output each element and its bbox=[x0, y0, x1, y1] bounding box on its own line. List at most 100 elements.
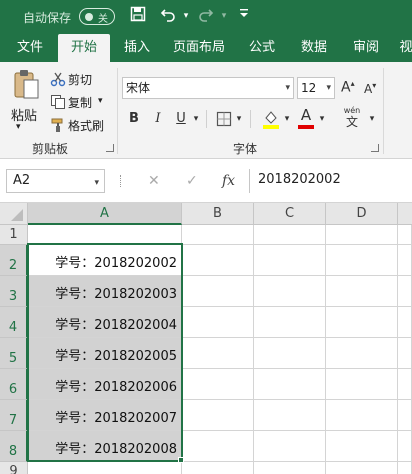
cell-c7[interactable] bbox=[254, 400, 326, 431]
cell-c1[interactable] bbox=[254, 225, 326, 245]
cell-a4[interactable]: 学号：2018202004 bbox=[28, 307, 182, 338]
fill-color-icon[interactable] bbox=[262, 109, 280, 129]
cell-b9[interactable] bbox=[182, 462, 254, 474]
cell-d8[interactable] bbox=[326, 431, 398, 462]
cell-d6[interactable] bbox=[326, 369, 398, 400]
cell-e1[interactable] bbox=[398, 225, 412, 245]
font-launcher-icon[interactable] bbox=[371, 144, 379, 152]
formula-splitter[interactable] bbox=[120, 175, 122, 187]
row-header-8[interactable]: 8 bbox=[0, 431, 28, 462]
cell-c8[interactable] bbox=[254, 431, 326, 462]
column-header-b[interactable]: B bbox=[182, 203, 254, 225]
tab-insert[interactable]: 插入 bbox=[115, 34, 159, 62]
undo-dropdown-icon[interactable]: ▾ bbox=[176, 6, 196, 26]
row-header-3[interactable]: 3 bbox=[0, 276, 28, 307]
cell-e8[interactable] bbox=[398, 431, 412, 462]
underline-dropdown-icon[interactable]: ▾ bbox=[191, 109, 201, 129]
cell-d9[interactable] bbox=[326, 462, 398, 474]
cell-b2[interactable] bbox=[182, 245, 254, 276]
name-box[interactable]: A2 ▾ bbox=[6, 169, 105, 193]
tab-data[interactable]: 数据 bbox=[292, 34, 336, 62]
cell-c2[interactable] bbox=[254, 245, 326, 276]
cell-a8[interactable]: 学号：2018202008 bbox=[28, 431, 182, 462]
cell-e9[interactable] bbox=[398, 462, 412, 474]
insert-function-icon[interactable]: fx bbox=[222, 173, 235, 189]
copy-dropdown-icon[interactable]: ▾ bbox=[98, 96, 103, 106]
tab-file[interactable]: 文件 bbox=[8, 34, 52, 62]
autosave-toggle[interactable]: 关 bbox=[79, 8, 115, 25]
cell-a7[interactable]: 学号：2018202007 bbox=[28, 400, 182, 431]
format-painter-button[interactable]: 格式刷 bbox=[68, 117, 104, 134]
column-header-a[interactable]: A bbox=[28, 203, 182, 225]
formula-input[interactable]: 2018202002 bbox=[249, 169, 412, 193]
cell-e5[interactable] bbox=[398, 338, 412, 369]
format-painter-icon[interactable] bbox=[50, 117, 66, 133]
column-header-d[interactable]: D bbox=[326, 203, 398, 225]
cell-b1[interactable] bbox=[182, 225, 254, 245]
row-header-9[interactable]: 9 bbox=[0, 462, 28, 474]
paste-dropdown-icon[interactable]: ▾ bbox=[16, 122, 21, 132]
bold-button[interactable]: B bbox=[126, 109, 142, 129]
cell-b5[interactable] bbox=[182, 338, 254, 369]
cut-button[interactable]: 剪切 bbox=[68, 71, 92, 88]
cell-e4[interactable] bbox=[398, 307, 412, 338]
borders-icon[interactable] bbox=[216, 111, 232, 127]
row-header-2[interactable]: 2 bbox=[0, 245, 28, 276]
cell-b7[interactable] bbox=[182, 400, 254, 431]
cell-c5[interactable] bbox=[254, 338, 326, 369]
cell-a5[interactable]: 学号：2018202005 bbox=[28, 338, 182, 369]
cell-d2[interactable] bbox=[326, 245, 398, 276]
cell-e6[interactable] bbox=[398, 369, 412, 400]
column-header-c[interactable]: C bbox=[254, 203, 326, 225]
cell-a9[interactable] bbox=[28, 462, 182, 474]
phonetic-dropdown-icon[interactable]: ▾ bbox=[367, 109, 377, 129]
row-header-6[interactable]: 6 bbox=[0, 369, 28, 400]
cell-a2[interactable]: 学号：2018202002 bbox=[28, 245, 182, 276]
cell-a1[interactable] bbox=[28, 225, 182, 245]
tab-view[interactable]: 视 bbox=[396, 34, 412, 62]
underline-button[interactable]: U bbox=[173, 109, 189, 129]
row-header-7[interactable]: 7 bbox=[0, 400, 28, 431]
fill-color-dropdown-icon[interactable]: ▾ bbox=[282, 109, 292, 129]
clipboard-launcher-icon[interactable] bbox=[106, 144, 114, 152]
cell-d3[interactable] bbox=[326, 276, 398, 307]
cell-c6[interactable] bbox=[254, 369, 326, 400]
cell-a6[interactable]: 学号：2018202006 bbox=[28, 369, 182, 400]
cell-b3[interactable] bbox=[182, 276, 254, 307]
cell-d5[interactable] bbox=[326, 338, 398, 369]
font-color-dropdown-icon[interactable]: ▾ bbox=[317, 109, 327, 129]
cell-d4[interactable] bbox=[326, 307, 398, 338]
cell-e3[interactable] bbox=[398, 276, 412, 307]
cell-b4[interactable] bbox=[182, 307, 254, 338]
tab-home[interactable]: 开始 bbox=[58, 34, 110, 62]
cancel-icon[interactable]: ✕ bbox=[148, 173, 160, 189]
cell-c9[interactable] bbox=[254, 462, 326, 474]
borders-dropdown-icon[interactable]: ▾ bbox=[234, 109, 244, 129]
enter-icon[interactable]: ✓ bbox=[186, 173, 198, 189]
save-icon[interactable] bbox=[128, 6, 148, 26]
cell-a3[interactable]: 学号：2018202003 bbox=[28, 276, 182, 307]
copy-button[interactable]: 复制 bbox=[68, 94, 92, 111]
paste-button[interactable]: 粘贴 bbox=[11, 105, 37, 124]
cell-b8[interactable] bbox=[182, 431, 254, 462]
customize-qat-icon[interactable] bbox=[234, 6, 254, 26]
cell-d7[interactable] bbox=[326, 400, 398, 431]
phonetic-guide-icon[interactable]: wén 文 bbox=[342, 106, 362, 130]
cell-e7[interactable] bbox=[398, 400, 412, 431]
cell-c4[interactable] bbox=[254, 307, 326, 338]
shrink-font-icon[interactable]: A▾ bbox=[364, 81, 376, 96]
cell-c3[interactable] bbox=[254, 276, 326, 307]
select-all-button[interactable] bbox=[0, 203, 28, 225]
font-size-select[interactable]: 12 ▾ bbox=[297, 77, 335, 99]
tab-review[interactable]: 审阅 bbox=[344, 34, 388, 62]
font-name-select[interactable]: 宋体 ▾ bbox=[122, 77, 294, 99]
cut-icon[interactable] bbox=[50, 71, 66, 87]
italic-button[interactable]: I bbox=[150, 109, 166, 129]
row-header-5[interactable]: 5 bbox=[0, 338, 28, 369]
tab-page-layout[interactable]: 页面布局 bbox=[166, 34, 232, 62]
tab-formulas[interactable]: 公式 bbox=[240, 34, 284, 62]
cell-b6[interactable] bbox=[182, 369, 254, 400]
paste-icon[interactable] bbox=[12, 68, 40, 100]
undo-icon[interactable] bbox=[158, 6, 178, 26]
cell-e2[interactable] bbox=[398, 245, 412, 276]
